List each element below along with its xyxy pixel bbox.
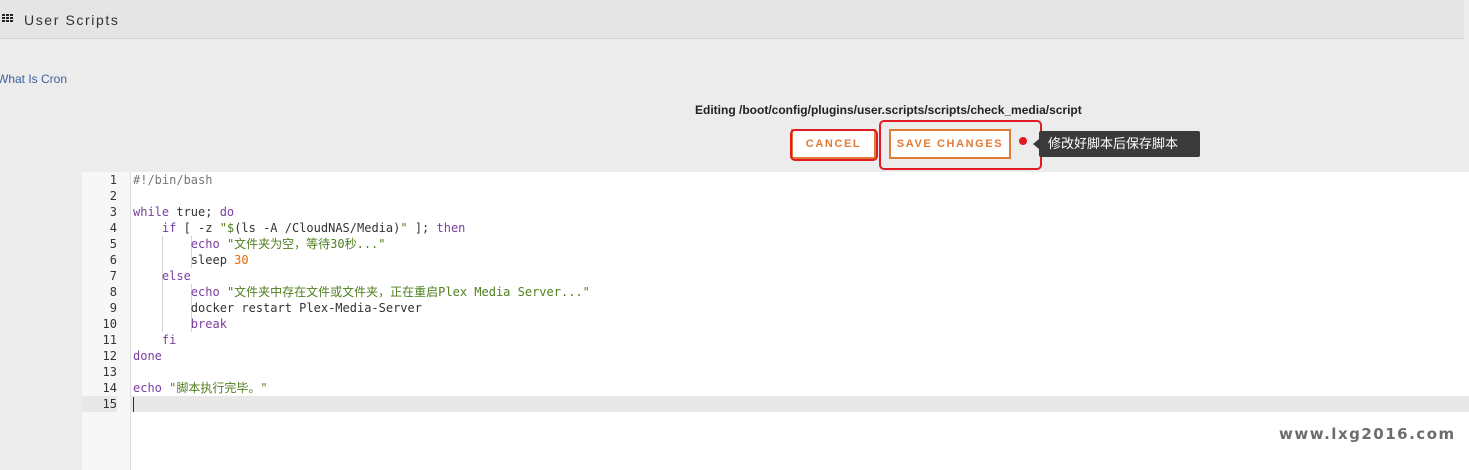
code-line[interactable]: if [ -z "$(ls -A /CloudNAS/Media)" ]; th… (130, 220, 1469, 236)
editing-path-label: Editing /boot/config/plugins/user.script… (695, 103, 1082, 117)
annotation-dot (1019, 137, 1027, 145)
line-number: 11 (102, 333, 117, 347)
code-line[interactable]: break (130, 316, 1469, 332)
code-line[interactable] (130, 364, 1469, 380)
code-line-text: fi (161, 333, 177, 347)
title-bar: User Scripts (0, 0, 1464, 39)
line-number: 7 (109, 269, 117, 283)
code-line-text: else (161, 269, 191, 283)
code-line-text: done (133, 349, 162, 363)
grid-icon[interactable] (2, 14, 14, 24)
line-number: 3 (109, 205, 117, 219)
code-line-text: docker restart Plex-Media-Server (133, 301, 422, 315)
what-is-cron-link[interactable]: What Is Cron (0, 72, 67, 86)
line-number: 15 (82, 396, 117, 412)
line-number: 13 (102, 365, 117, 379)
code-editor[interactable]: 1 2 3 4 5 6 7 8 9 10 11 12 13 14 15 #!/bin/bash while t… (82, 172, 1469, 470)
code-line[interactable]: docker restart Plex-Media-Server (130, 300, 1469, 316)
code-line[interactable]: #!/bin/bash (130, 172, 1469, 188)
save-highlight-box (879, 120, 1042, 170)
line-number: 12 (102, 349, 117, 363)
code-area[interactable]: #!/bin/bash while true; do if [ -z "$(ls … (130, 172, 1469, 470)
line-number: 4 (109, 221, 117, 235)
code-line-text: echo "脚本执行完毕。" (133, 381, 268, 395)
line-number: 8 (109, 285, 117, 299)
line-number-gutter: 1 2 3 4 5 6 7 8 9 10 11 12 13 14 15 (82, 172, 131, 470)
code-line[interactable] (130, 188, 1469, 204)
code-line-text: echo "文件夹中存在文件或文件夹，正在重启Plex Media Server… (190, 285, 590, 299)
line-number: 1 (109, 173, 117, 187)
cancel-highlight-box (790, 129, 878, 161)
code-line-text: #!/bin/bash (133, 173, 213, 187)
code-line-text: sleep 30 (133, 253, 249, 267)
code-line-text: if [ -z "$(ls -A /CloudNAS/Media)" ]; th… (161, 221, 466, 235)
text-cursor (133, 397, 134, 412)
code-line-text: break (190, 317, 227, 331)
line-number: 14 (102, 381, 117, 395)
code-line[interactable]: echo "文件夹中存在文件或文件夹，正在重启Plex Media Server… (130, 284, 1469, 300)
code-line-text: while true; do (133, 205, 235, 219)
code-line[interactable]: echo "脚本执行完毕。" (130, 380, 1469, 396)
code-line[interactable]: fi (130, 332, 1469, 348)
code-line[interactable]: else (130, 268, 1469, 284)
line-number: 9 (109, 301, 117, 315)
code-line[interactable] (130, 396, 1469, 412)
code-line[interactable]: done (130, 348, 1469, 364)
watermark: www.lxg2016.com (1279, 425, 1456, 443)
code-line-text: echo "文件夹为空，等待30秒..." (190, 237, 386, 251)
code-line[interactable]: echo "文件夹为空，等待30秒..." (130, 236, 1469, 252)
line-number: 5 (109, 237, 117, 251)
code-line[interactable]: while true; do (130, 204, 1469, 220)
annotation-tooltip: 修改好脚本后保存脚本 (1033, 131, 1200, 157)
line-number: 6 (109, 253, 117, 267)
line-number: 10 (102, 317, 117, 331)
line-number: 2 (109, 189, 117, 203)
page-title: User Scripts (24, 12, 120, 28)
code-line[interactable]: sleep 30 (130, 252, 1469, 268)
